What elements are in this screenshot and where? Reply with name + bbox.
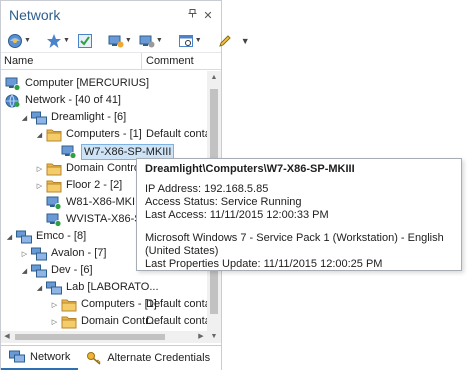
domain-icon (31, 111, 47, 125)
view-icon (178, 34, 193, 47)
tree-row-label: Network - [40 of 41] (25, 94, 121, 106)
panel-title: Network (9, 7, 61, 23)
expand-arrow-icon[interactable]: ▷ (35, 182, 44, 190)
favorites-dropdown-button[interactable]: ▼ (44, 31, 72, 51)
close-icon[interactable]: ✕ (201, 9, 215, 22)
tab-alternate-credentials[interactable]: Alternate Credentials (78, 346, 218, 370)
panel-tabs: Network Alternate Credentials (1, 345, 221, 370)
computer-online-icon (61, 145, 77, 159)
scroll-up-icon[interactable]: ▲ (207, 74, 221, 81)
folder-icon (61, 298, 77, 312)
toolbar: ▼ ▼ ▼ ▼ ▼ ▼ (1, 29, 250, 53)
domain-icon (46, 281, 62, 295)
tooltip-title: Dreamlight\Computers\W7-X86-SP-MKIII (145, 163, 355, 175)
tree-row[interactable]: ▷Computers - [1]Default contain (1, 296, 207, 313)
tree-row-label: W81-X86-MKII (66, 196, 139, 208)
key-icon (86, 351, 102, 365)
scan-dropdown-button[interactable]: ▼ (5, 31, 33, 51)
tree-row-label: Dev - [6] (51, 264, 93, 276)
tree-row[interactable]: ◢ Lab [LABORATO... (1, 279, 207, 296)
column-name-header[interactable]: Name (1, 53, 142, 69)
edit-computer-dropdown-button[interactable]: ▼ (137, 31, 165, 51)
computer-online-icon (5, 77, 21, 91)
add-computer-dropdown-button[interactable]: ▼ (106, 31, 134, 51)
tree-row-comment: Default contain (146, 298, 207, 310)
tree-row-comment: Default contain (146, 128, 207, 140)
tab-network[interactable]: Network (1, 346, 79, 370)
tree-row-label: Computers - [1] (66, 128, 142, 140)
toolbar-overflow-button[interactable]: ▼ (238, 31, 252, 51)
tree-row-label: Emco - [8] (36, 230, 87, 242)
folder-icon (61, 315, 77, 329)
scroll-left-icon[interactable]: ◀ (1, 331, 13, 343)
expand-arrow-icon[interactable]: ▷ (50, 318, 59, 326)
collapse-arrow-icon[interactable]: ◢ (35, 284, 44, 292)
pencil-icon (218, 34, 231, 47)
add-computer-icon (108, 35, 124, 47)
view-dropdown-button[interactable]: ▼ (176, 31, 204, 51)
network-globe-icon (5, 94, 21, 108)
hscroll-thumb[interactable] (15, 334, 165, 340)
scan-icon (8, 33, 22, 48)
tooltip-access-status: Access Status: Service Running (145, 196, 302, 208)
checklist-icon (77, 33, 92, 48)
computer-online-icon (46, 196, 62, 210)
tree-row-label: Lab [LABORATO... (66, 281, 159, 293)
tree-row-label: Dreamlight - [6] (51, 111, 127, 123)
scroll-down-icon[interactable]: ▼ (207, 333, 221, 340)
column-comment-header[interactable]: Comment (142, 53, 221, 69)
checklist-button[interactable] (75, 31, 95, 51)
tab-network-label: Network (30, 351, 71, 363)
tooltip-ip-address: IP Address: 192.168.5.85 (145, 183, 269, 195)
computer-online-icon (46, 213, 62, 227)
collapse-arrow-icon[interactable]: ◢ (20, 267, 29, 275)
collapse-arrow-icon[interactable]: ◢ (20, 114, 29, 122)
network-tab-icon (9, 350, 25, 364)
tooltip-last-access: Last Access: 11/11/2015 12:00:33 PM (145, 209, 329, 221)
horizontal-scrollbar[interactable]: ◀ ▶ (1, 331, 207, 343)
tree-row[interactable]: Computer [MERCURIUS] (1, 75, 207, 92)
pin-icon[interactable] (185, 9, 199, 21)
collapse-arrow-icon[interactable]: ◢ (35, 131, 44, 139)
tree-row-comment: Default contain (146, 315, 207, 327)
tree-row[interactable]: ▷Domain Contr...Default contain (1, 313, 207, 330)
star-icon (46, 33, 61, 48)
tree-row[interactable]: ◢ Dreamlight - [6] (1, 109, 207, 126)
expand-arrow-icon[interactable]: ▷ (50, 301, 59, 309)
tree-row-label: Computer [MERCURIUS] (25, 77, 150, 89)
folder-icon (46, 162, 62, 176)
tree-row[interactable]: ◢ Computers - [1] Default contain (1, 126, 207, 143)
edit-button[interactable] (215, 31, 235, 51)
expand-arrow-icon[interactable]: ▷ (35, 165, 44, 173)
expand-arrow-icon[interactable]: ▷ (20, 250, 29, 258)
domain-icon (31, 247, 47, 261)
domain-icon (31, 264, 47, 278)
tooltip-properties-update: Last Properties Update: 11/11/2015 12:00… (145, 258, 383, 270)
folder-icon (46, 179, 62, 193)
tree-row-label: Avalon - [7] (51, 247, 107, 259)
column-header: Name Comment (1, 53, 221, 70)
folder-icon (46, 128, 62, 142)
tree-row-label: Floor 2 - [2] (66, 179, 123, 191)
computer-tooltip: Dreamlight\Computers\W7-X86-SP-MKIII IP … (136, 158, 462, 271)
collapse-arrow-icon[interactable]: ◢ (5, 233, 14, 241)
panel-titlebar: Network ✕ (1, 1, 221, 29)
computer-settings-icon (139, 35, 155, 47)
domain-icon (16, 230, 32, 244)
scroll-right-icon[interactable]: ▶ (195, 331, 207, 343)
tooltip-operating-system: Microsoft Windows 7 - Service Pack 1 (Wo… (145, 232, 444, 257)
tree-row[interactable]: Network - [40 of 41] (1, 92, 207, 109)
tab-alternate-credentials-label: Alternate Credentials (107, 352, 211, 364)
